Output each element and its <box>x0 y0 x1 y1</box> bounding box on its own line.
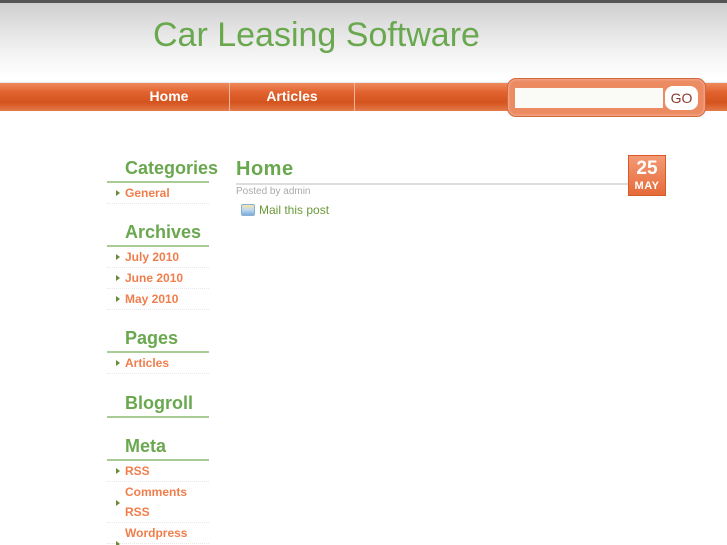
search-go-button[interactable]: GO <box>665 86 698 110</box>
meta-item[interactable]: RSS <box>107 461 209 482</box>
widget-meta: Meta RSS Comments RSS Wordpress <box>107 433 209 545</box>
mail-envelope-icon <box>241 204 255 216</box>
date-month: MAY <box>634 180 660 192</box>
arrow-bullet-icon <box>116 190 120 196</box>
meta-item[interactable]: Wordpress <box>107 523 209 545</box>
widget-blogroll: Blogroll <box>107 390 209 418</box>
arrow-bullet-icon <box>116 254 120 260</box>
arrow-bullet-icon <box>116 275 120 281</box>
mail-this-post-link[interactable]: Mail this post <box>259 203 329 217</box>
post: Home Posted by admin Mail this post <box>236 156 666 217</box>
widget-title-meta: Meta <box>107 433 209 461</box>
post-title[interactable]: Home <box>236 156 636 185</box>
site-title[interactable]: Car Leasing Software <box>153 16 480 55</box>
widget-title-categories: Categories <box>107 155 218 183</box>
arrow-bullet-icon <box>116 468 120 474</box>
arrow-bullet-icon <box>116 500 120 506</box>
arrow-bullet-icon <box>116 541 120 545</box>
widget-pages: Pages Articles <box>107 325 209 374</box>
widget-title-archives: Archives <box>107 219 209 247</box>
date-badge: 25 MAY <box>628 155 666 196</box>
archive-item[interactable]: May 2010 <box>107 289 209 310</box>
meta-link-comments-rss[interactable]: Comments RSS <box>125 485 187 519</box>
widget-title-pages: Pages <box>107 325 209 353</box>
archive-link-july-2010[interactable]: July 2010 <box>125 250 179 264</box>
archive-link-june-2010[interactable]: June 2010 <box>125 271 183 285</box>
meta-link-rss[interactable]: RSS <box>125 464 150 478</box>
arrow-bullet-icon <box>116 296 120 302</box>
category-item[interactable]: General <box>107 183 209 204</box>
meta-link-wordpress[interactable]: Wordpress <box>125 526 187 540</box>
widget-title-blogroll: Blogroll <box>107 390 209 418</box>
search-input[interactable] <box>515 88 663 108</box>
widget-archives: Archives July 2010 June 2010 May 2010 <box>107 219 209 310</box>
meta-item[interactable]: Comments RSS <box>107 482 209 523</box>
arrow-bullet-icon <box>116 360 120 366</box>
post-meta: Posted by admin <box>236 186 311 197</box>
search-form: GO <box>507 78 706 117</box>
nav-item-home[interactable]: Home <box>110 83 228 111</box>
page-link-articles[interactable]: Articles <box>125 356 169 370</box>
site-header: Car Leasing Software <box>0 3 727 80</box>
archive-link-may-2010[interactable]: May 2010 <box>125 292 178 306</box>
page-item[interactable]: Articles <box>107 353 209 374</box>
mail-this-post[interactable]: Mail this post <box>236 203 666 217</box>
widget-categories: Categories General <box>107 155 218 204</box>
archive-item[interactable]: June 2010 <box>107 268 209 289</box>
archive-item[interactable]: July 2010 <box>107 247 209 268</box>
date-day: 25 <box>636 158 658 179</box>
nav-item-articles[interactable]: Articles <box>229 83 355 111</box>
category-link-general[interactable]: General <box>125 186 170 200</box>
